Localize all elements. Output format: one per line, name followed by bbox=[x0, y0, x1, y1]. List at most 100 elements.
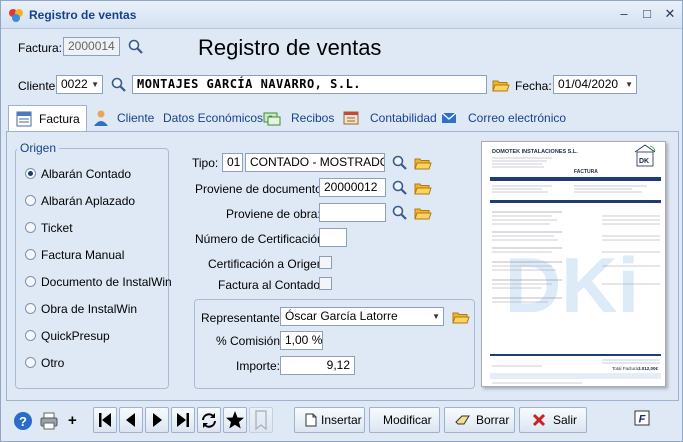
search-tipo-icon[interactable] bbox=[391, 154, 409, 172]
search-obra-icon[interactable] bbox=[391, 204, 409, 222]
user-icon bbox=[94, 110, 108, 126]
documento-label: Proviene de documento: bbox=[195, 182, 326, 196]
invoice-number-field[interactable]: 2000014 bbox=[63, 37, 120, 56]
watermark-text: DKi bbox=[505, 241, 639, 329]
obra-field[interactable] bbox=[319, 203, 386, 222]
exit-button[interactable]: Salir bbox=[519, 407, 587, 433]
help-icon[interactable]: ? bbox=[13, 411, 33, 431]
folder-open-icon[interactable] bbox=[414, 179, 432, 197]
search-invoice-icon[interactable] bbox=[127, 38, 145, 56]
bookmark-icon bbox=[255, 410, 267, 431]
documento-field[interactable]: 20000012 bbox=[319, 178, 386, 197]
representante-combo[interactable]: Óscar García Latorre ▼ bbox=[280, 307, 444, 326]
tipo-label: Tipo: bbox=[192, 156, 219, 170]
radio-ticket[interactable]: Ticket bbox=[25, 220, 165, 236]
next-record-button[interactable] bbox=[145, 407, 169, 433]
radio-albaran-aplazado[interactable]: Albarán Aplazado bbox=[25, 193, 165, 209]
form-f-icon[interactable]: F bbox=[634, 410, 650, 426]
folder-open-icon[interactable] bbox=[414, 204, 432, 222]
tab-factura[interactable]: Factura bbox=[8, 105, 87, 132]
add-icon[interactable]: + bbox=[68, 412, 77, 429]
preview-total-label: Total Factura bbox=[612, 366, 639, 371]
main-window: Registro de ventas – □ ✕ Factura: 200001… bbox=[0, 0, 683, 442]
folder-open-icon[interactable] bbox=[414, 154, 432, 172]
app-icon bbox=[9, 9, 23, 22]
modify-button[interactable]: Modificar bbox=[369, 407, 440, 433]
radio-dot bbox=[25, 195, 36, 206]
radio-dot bbox=[25, 330, 36, 341]
radio-label: QuickPresup bbox=[41, 329, 110, 343]
tab-factura-label: Factura bbox=[39, 112, 80, 126]
modify-label: Modificar bbox=[383, 413, 432, 427]
invoice-label: Factura: bbox=[18, 41, 63, 55]
tipo-value-field[interactable]: CONTADO - MOSTRADOR bbox=[245, 153, 385, 172]
client-name-field[interactable]: MONTAJES GARCÍA NAVARRO, S.L. bbox=[132, 75, 487, 94]
client-code-combo[interactable]: 0022 ▼ bbox=[56, 75, 103, 94]
radio-otro[interactable]: Otro bbox=[25, 355, 165, 371]
radio-dot bbox=[25, 357, 36, 368]
refresh-button[interactable] bbox=[197, 407, 221, 433]
radio-documento-instalwin[interactable]: Documento de InstalWin bbox=[25, 274, 172, 290]
tipo-code-field[interactable]: 01 bbox=[222, 153, 243, 172]
radio-label: Ticket bbox=[41, 221, 73, 235]
radio-label: Albarán Aplazado bbox=[41, 194, 136, 208]
radio-label: Factura Manual bbox=[41, 248, 125, 262]
radio-quickpresup[interactable]: QuickPresup bbox=[25, 328, 165, 344]
chevron-down-icon: ▼ bbox=[432, 312, 440, 321]
minimize-button[interactable]: – bbox=[615, 5, 633, 23]
obra-label: Proviene de obra: bbox=[226, 207, 321, 221]
radio-obra-instalwin[interactable]: Obra de InstalWin bbox=[25, 301, 165, 317]
comision-field[interactable]: 1,00 % bbox=[280, 331, 323, 350]
title-bar[interactable]: Registro de ventas – □ ✕ bbox=[1, 1, 682, 29]
favorite-button[interactable] bbox=[223, 407, 247, 433]
skip-first-icon bbox=[99, 413, 111, 427]
importe-field[interactable]: 9,12 bbox=[280, 356, 355, 375]
preview-company-name: DOMOTEK INSTALACIONES S.L. bbox=[492, 149, 578, 155]
close-button[interactable]: ✕ bbox=[661, 5, 679, 23]
folder-open-icon[interactable] bbox=[492, 76, 510, 94]
preview-doc-type: FACTURA bbox=[574, 169, 598, 175]
tab-recibos[interactable]: Recibos bbox=[291, 105, 334, 131]
email-icon bbox=[441, 112, 457, 123]
radio-albaran-contado[interactable]: Albarán Contado bbox=[25, 166, 165, 182]
importe-label: Importe: bbox=[236, 359, 281, 373]
date-value: 01/04/2020 bbox=[558, 77, 619, 91]
receipts-icon bbox=[263, 112, 281, 126]
print-icon[interactable] bbox=[39, 411, 59, 431]
page-title: Registro de ventas bbox=[198, 35, 382, 60]
exit-label: Salir bbox=[553, 413, 578, 427]
invoice-preview[interactable]: DKi DOMOTEK INSTALACIONES S.L. DK FACTUR… bbox=[481, 141, 666, 387]
first-record-button[interactable] bbox=[93, 407, 117, 433]
bookmark-button[interactable] bbox=[249, 407, 273, 433]
certificacion-field[interactable] bbox=[319, 228, 347, 247]
window-title: Registro de ventas bbox=[29, 8, 137, 22]
tab-contabilidad[interactable]: Contabilidad bbox=[370, 105, 437, 131]
radio-dot bbox=[25, 222, 36, 233]
radio-factura-manual[interactable]: Factura Manual bbox=[25, 247, 165, 263]
preview-total-value: 3.012,00€ bbox=[638, 366, 659, 371]
client-code-value: 0022 bbox=[61, 77, 88, 91]
svg-text:?: ? bbox=[19, 414, 27, 429]
radio-dot bbox=[25, 249, 36, 260]
search-client-icon[interactable] bbox=[110, 76, 128, 94]
comision-label: % Comisión: bbox=[216, 334, 284, 348]
previous-record-button[interactable] bbox=[119, 407, 143, 433]
close-icon bbox=[532, 413, 546, 427]
folder-open-icon[interactable] bbox=[452, 308, 470, 326]
certificacion-origen-checkbox[interactable] bbox=[319, 256, 332, 269]
tab-correo-electronico[interactable]: Correo electrónico bbox=[468, 105, 566, 131]
delete-button[interactable]: Borrar bbox=[444, 407, 515, 433]
search-documento-icon[interactable] bbox=[391, 179, 409, 197]
certificacion-label: Número de Certificación: bbox=[195, 232, 328, 246]
certificacion-origen-label: Certificación a Origen: bbox=[208, 257, 327, 271]
invoice-preview-image: DKi DOMOTEK INSTALACIONES S.L. DK FACTUR… bbox=[482, 142, 665, 386]
tab-cliente[interactable]: Cliente bbox=[117, 105, 154, 131]
maximize-button[interactable]: □ bbox=[638, 5, 656, 23]
last-record-button[interactable] bbox=[171, 407, 195, 433]
radio-dot bbox=[25, 168, 36, 179]
radio-label: Albarán Contado bbox=[41, 167, 132, 181]
date-picker[interactable]: 01/04/2020 ▼ bbox=[553, 75, 637, 94]
tab-datos-economicos[interactable]: Datos Económicos bbox=[163, 105, 263, 131]
insert-button[interactable]: Insertar bbox=[294, 407, 365, 433]
factura-contado-checkbox[interactable] bbox=[319, 277, 332, 290]
